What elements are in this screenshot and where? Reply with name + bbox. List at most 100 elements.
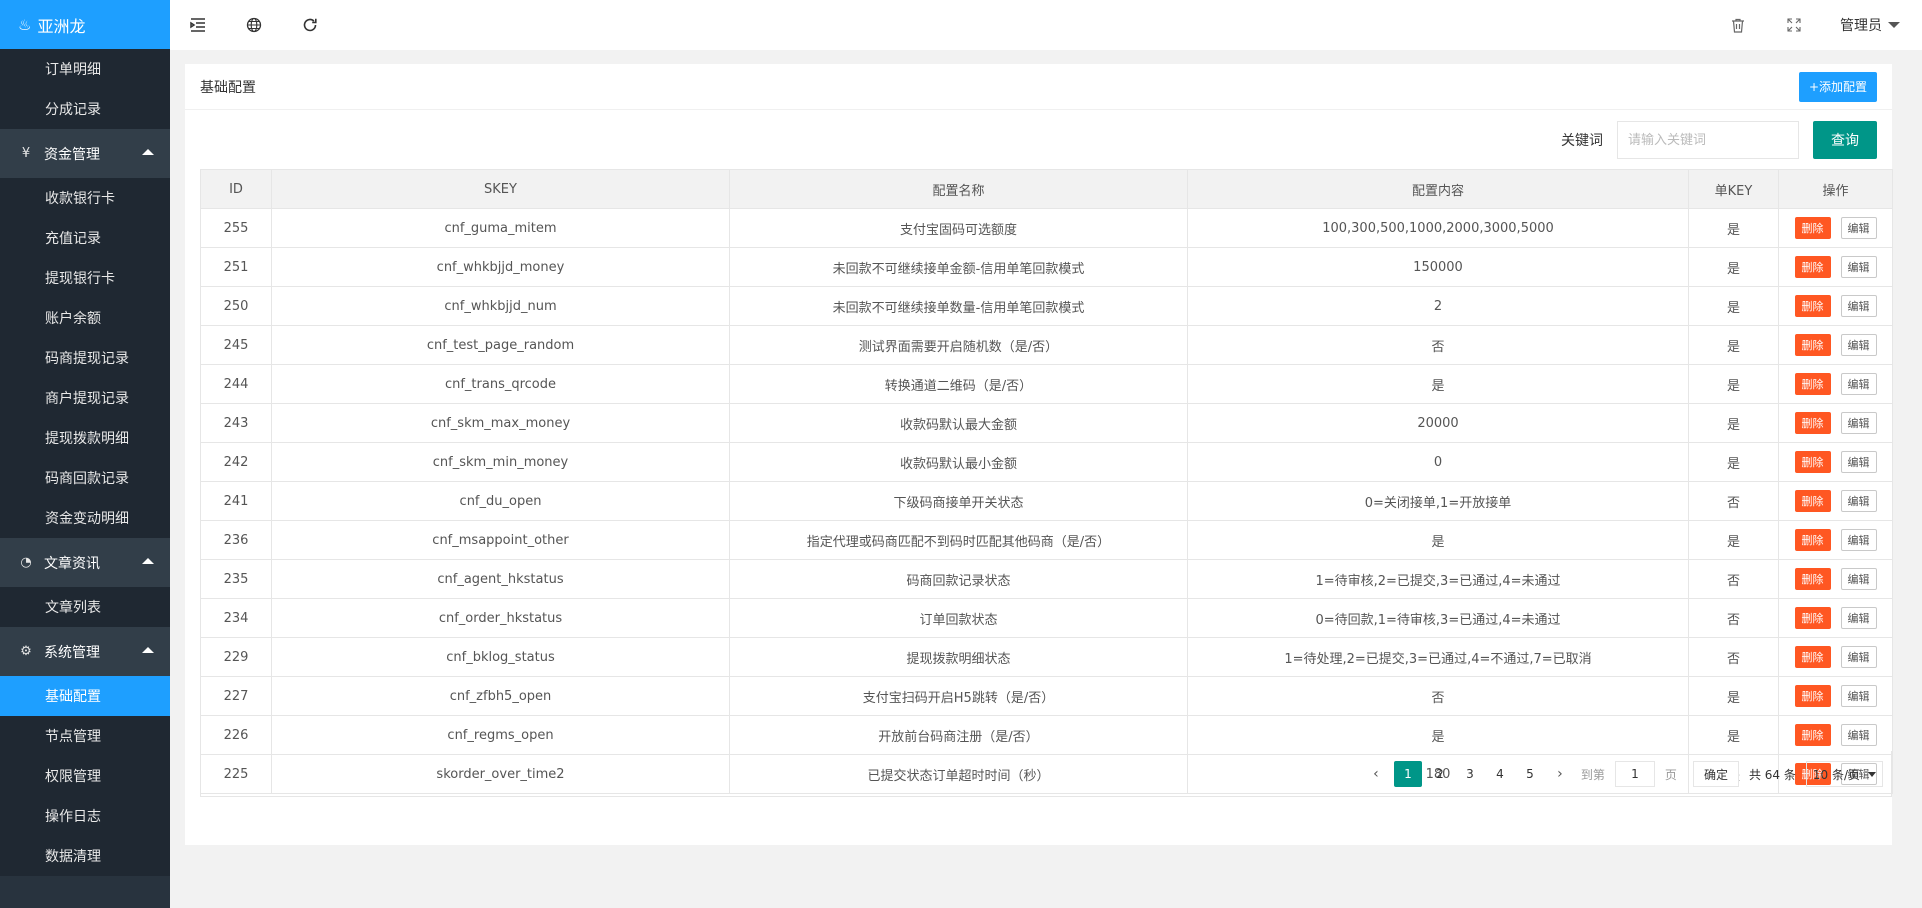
cell-config-content: 20000: [1187, 403, 1689, 443]
cell-config-name: 提现拨款明细状态: [729, 637, 1188, 677]
delete-button[interactable]: 删除: [1794, 451, 1831, 473]
search-input[interactable]: [1617, 121, 1799, 159]
sidebar-item-receive-bank-card[interactable]: 收款银行卡: [0, 178, 170, 218]
sidebar-item-node-management[interactable]: 节点管理: [0, 716, 170, 756]
cell-actions: 删除 编辑: [1778, 559, 1893, 599]
cell-config-content: 是: [1187, 364, 1689, 404]
edit-button[interactable]: 编辑: [1840, 685, 1877, 707]
sidebar-item-order-detail[interactable]: 订单明细: [0, 49, 170, 89]
trash-icon[interactable]: [1710, 0, 1766, 50]
page-button-current[interactable]: 1: [1393, 761, 1422, 787]
goto-confirm-button[interactable]: 确定: [1692, 761, 1739, 787]
delete-button[interactable]: 删除: [1794, 529, 1831, 551]
page-button[interactable]: 5: [1515, 761, 1545, 787]
row-actions: 删除 编辑: [1780, 646, 1892, 668]
delete-button[interactable]: 删除: [1794, 334, 1831, 356]
delete-button[interactable]: 删除: [1794, 490, 1831, 512]
dashboard-icon: ◔: [20, 555, 32, 570]
sidebar-group-system[interactable]: ⚙ 系统管理: [0, 627, 170, 676]
chevron-up-icon: [142, 149, 154, 155]
cell-single-key: 是: [1688, 520, 1779, 560]
cell-config-name: 未回款不可继续接单数量-信用单笔回款模式: [729, 286, 1188, 326]
sidebar-item-account-balance[interactable]: 账户余额: [0, 298, 170, 338]
fullscreen-icon[interactable]: [1766, 0, 1822, 50]
delete-button[interactable]: 删除: [1794, 217, 1831, 239]
edit-button[interactable]: 编辑: [1840, 490, 1877, 512]
cell-config-content: 是: [1187, 520, 1689, 560]
app-logo[interactable]: ♨ 亚洲龙: [0, 0, 170, 49]
cell-single-key: 是: [1688, 403, 1779, 443]
delete-button[interactable]: 删除: [1794, 373, 1831, 395]
cell-id: 244: [200, 364, 272, 404]
cell-actions: 删除 编辑: [1778, 286, 1893, 326]
sidebar-group-funds[interactable]: ¥ 资金管理: [0, 129, 170, 178]
cell-actions: 删除 编辑: [1778, 403, 1893, 443]
yen-icon: ¥: [21, 146, 31, 161]
delete-button[interactable]: 删除: [1794, 607, 1831, 629]
edit-button[interactable]: 编辑: [1840, 607, 1877, 629]
sidebar-item-basic-config[interactable]: 基础配置: [0, 676, 170, 716]
goto-page-input[interactable]: [1614, 761, 1655, 787]
edit-button[interactable]: 编辑: [1840, 646, 1877, 668]
search-button[interactable]: 查询: [1813, 121, 1877, 159]
sidebar-item-withdraw-payout[interactable]: 提现拨款明细: [0, 418, 170, 458]
delete-button[interactable]: 删除: [1794, 295, 1831, 317]
sidebar-item-permission-management[interactable]: 权限管理: [0, 756, 170, 796]
edit-button[interactable]: 编辑: [1840, 256, 1877, 278]
edit-button[interactable]: 编辑: [1840, 412, 1877, 434]
sidebar-item-data-cleanup[interactable]: 数据清理: [0, 836, 170, 876]
edit-button[interactable]: 编辑: [1840, 217, 1877, 239]
edit-button[interactable]: 编辑: [1840, 568, 1877, 590]
sidebar-item-article-list[interactable]: 文章列表: [0, 587, 170, 627]
cell-skey: cnf_du_open: [271, 481, 730, 521]
edit-button[interactable]: 编辑: [1840, 295, 1877, 317]
add-config-button[interactable]: +添加配置: [1798, 71, 1877, 102]
search-label: 关键词: [1561, 133, 1603, 149]
table-row: 255 cnf_guma_mitem 支付宝固码可选额度 100,300,500,10…: [200, 208, 1893, 248]
user-menu[interactable]: 管理员: [1822, 15, 1922, 35]
edit-button[interactable]: 编辑: [1840, 373, 1877, 395]
edit-button[interactable]: 编辑: [1840, 724, 1877, 746]
prev-page-button[interactable]: ‹: [1361, 761, 1391, 787]
refresh-icon[interactable]: [282, 0, 338, 50]
delete-button[interactable]: 删除: [1794, 685, 1831, 707]
cell-skey: cnf_msappoint_other: [271, 520, 730, 560]
cell-id: 234: [200, 598, 272, 638]
sidebar-group-articles[interactable]: ◔ 文章资讯: [0, 538, 170, 587]
chevron-up-icon: [142, 647, 154, 653]
sidebar-item-operation-log[interactable]: 操作日志: [0, 796, 170, 836]
table-row: 245 cnf_test_page_random 测试界面需要开启随机数（是/否）否…: [200, 325, 1893, 365]
column-header-skey: SKEY: [271, 169, 730, 209]
edit-button[interactable]: 编辑: [1840, 451, 1877, 473]
cell-single-key: 是: [1688, 442, 1779, 482]
page-button[interactable]: 3: [1455, 761, 1485, 787]
sidebar-item-withdraw-bank-card[interactable]: 提现银行卡: [0, 258, 170, 298]
edit-button[interactable]: 编辑: [1840, 334, 1877, 356]
sidebar-item-recharge-record[interactable]: 充值记录: [0, 218, 170, 258]
delete-button[interactable]: 删除: [1794, 256, 1831, 278]
page-button[interactable]: 4: [1485, 761, 1515, 787]
delete-button[interactable]: 删除: [1794, 646, 1831, 668]
cell-skey: cnf_order_hkstatus: [271, 598, 730, 638]
edit-button[interactable]: 编辑: [1840, 529, 1877, 551]
globe-icon[interactable]: [226, 0, 282, 50]
sidebar: ♨ 亚洲龙 订单明细 分成记录 ¥ 资金管理 收款银行卡 充值记录 提现银行卡 …: [0, 0, 170, 908]
sidebar-item-merchant-withdraw[interactable]: 商户提现记录: [0, 378, 170, 418]
cell-actions: 删除 编辑: [1778, 325, 1893, 365]
cell-single-key: 是: [1688, 364, 1779, 404]
next-page-button[interactable]: ›: [1545, 761, 1575, 787]
sidebar-funds-list: 收款银行卡 充值记录 提现银行卡 账户余额 码商提现记录 商户提现记录 提现拨款…: [0, 178, 170, 538]
delete-button[interactable]: 删除: [1794, 568, 1831, 590]
sidebar-item-merchant-code-withdraw[interactable]: 码商提现记录: [0, 338, 170, 378]
sidebar-item-fund-changes[interactable]: 资金变动明细: [0, 498, 170, 538]
sidebar-group-label: 文章资讯: [44, 555, 100, 572]
cell-skey: cnf_whkbjjd_num: [271, 286, 730, 326]
delete-button[interactable]: 删除: [1794, 724, 1831, 746]
page-size-select[interactable]: 10 条/页: [1805, 761, 1883, 787]
row-actions: 删除 编辑: [1780, 412, 1892, 434]
delete-button[interactable]: 删除: [1794, 412, 1831, 434]
sidebar-item-code-repayment[interactable]: 码商回款记录: [0, 458, 170, 498]
indent-icon[interactable]: [170, 0, 226, 50]
sidebar-item-share-record[interactable]: 分成记录: [0, 89, 170, 129]
page-button[interactable]: 2: [1425, 761, 1455, 787]
